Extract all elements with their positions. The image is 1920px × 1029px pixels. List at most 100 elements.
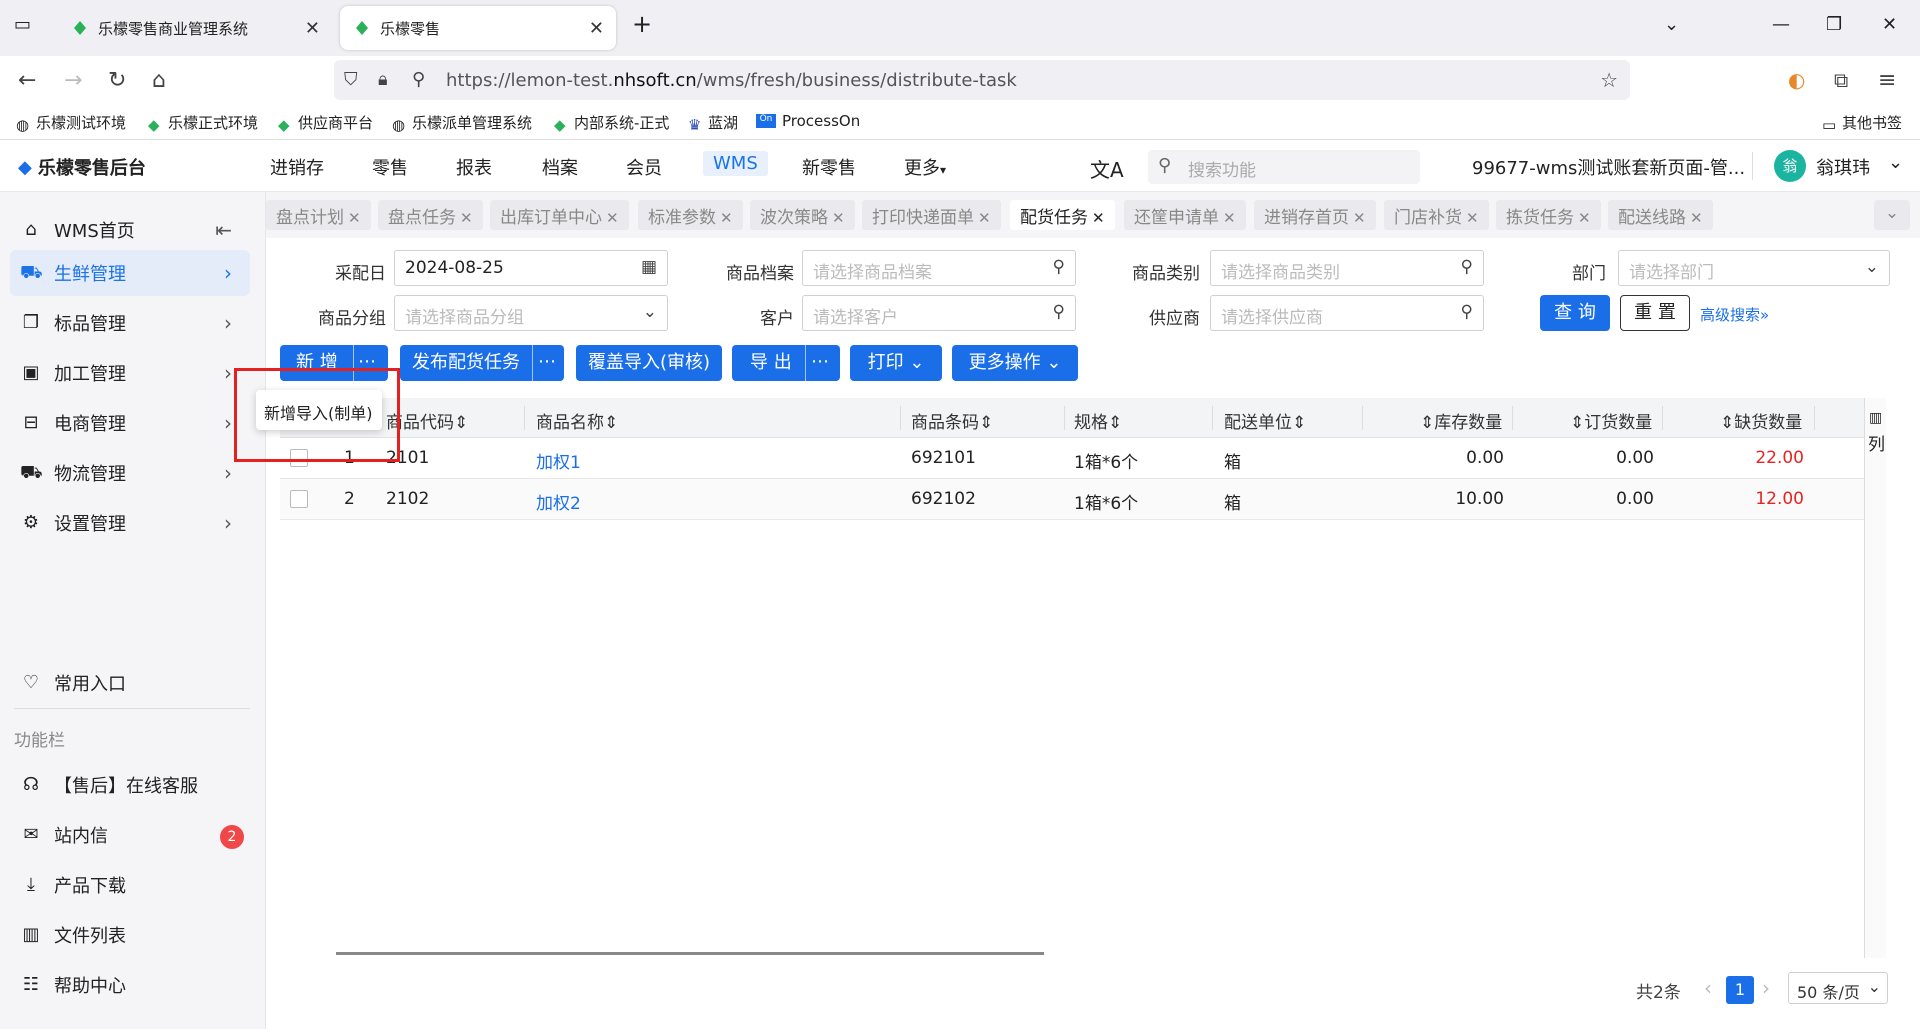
bookmark-item[interactable]: ◆ 供应商平台 xyxy=(278,112,373,134)
page-size-select[interactable]: 50 条/页 ⌄ xyxy=(1788,972,1888,1004)
sidebar-item-logistics[interactable]: ⛟ 物流管理 › xyxy=(10,450,250,496)
app-logo[interactable]: ◆ 乐檬零售后台 xyxy=(18,154,146,180)
page-tab[interactable]: 配送线路 ✕ xyxy=(1608,200,1713,230)
back-icon[interactable]: ← xyxy=(18,68,36,93)
page-tab[interactable]: 出库订单中心 ✕ xyxy=(490,200,629,230)
page-tab[interactable]: 标准参数 ✕ xyxy=(638,200,743,230)
avatar[interactable]: 翁 xyxy=(1774,150,1806,182)
close-icon[interactable]: ✕ xyxy=(1223,209,1236,227)
header-name[interactable]: 商品名称⇕ xyxy=(536,408,618,433)
top-menu-new-retail[interactable]: 新零售 xyxy=(802,154,856,180)
page-tab-active[interactable]: 配货任务 ✕ xyxy=(1010,200,1115,230)
export-more-icon[interactable]: ⋯ xyxy=(811,351,829,372)
close-icon[interactable]: ✕ xyxy=(1466,209,1479,227)
sidebar-item-help[interactable]: ☷ 帮助中心 xyxy=(10,962,250,1008)
query-button[interactable]: 查 询 xyxy=(1540,295,1610,331)
page-tab[interactable]: 打印快递面单 ✕ xyxy=(862,200,1001,230)
close-tab-icon[interactable]: ✕ xyxy=(305,18,320,39)
next-page-icon[interactable]: › xyxy=(1762,976,1770,1000)
minimize-icon[interactable]: — xyxy=(1772,14,1790,35)
category-input[interactable]: 请选择商品类别 ⚲ xyxy=(1210,250,1484,286)
close-icon[interactable]: ✕ xyxy=(978,209,991,227)
translate-icon[interactable]: 文A xyxy=(1090,154,1124,183)
browser-tab-2[interactable]: 乐檬零售 ✕ xyxy=(340,6,616,50)
permissions-icon[interactable]: ⚲ xyxy=(412,69,425,90)
close-icon[interactable]: ✕ xyxy=(1353,209,1366,227)
cell-name-link[interactable]: 加权1 xyxy=(536,448,581,473)
bookmark-item[interactable]: ◆ 内部系统-正式 xyxy=(554,112,669,134)
header-order[interactable]: ⇕订货数量 xyxy=(1570,408,1652,433)
bookmark-item[interactable]: ◍ 乐檬测试环境 xyxy=(16,112,126,134)
page-tab[interactable]: 波次策略 ✕ xyxy=(750,200,855,230)
bookmark-item[interactable]: On ProcessOn xyxy=(756,112,860,130)
table-row[interactable]: 1 2101 加权1 692101 1箱*6个 箱 0.00 0.00 22.0… xyxy=(280,438,1864,479)
page-tab[interactable]: 还筐申请单 ✕ xyxy=(1124,200,1246,230)
top-menu-report[interactable]: 报表 xyxy=(456,154,492,180)
close-icon[interactable]: ✕ xyxy=(720,209,733,227)
lock-icon[interactable]: 🔒︎ xyxy=(378,69,388,90)
close-tab-icon[interactable]: ✕ xyxy=(589,18,604,39)
browser-tab-1[interactable]: 乐檬零售商业管理系统 ✕ xyxy=(58,6,332,50)
page-tab[interactable]: 盘点任务 ✕ xyxy=(378,200,483,230)
account-sync-icon[interactable]: ◐ xyxy=(1788,68,1805,92)
shield-icon[interactable]: ⛉ xyxy=(344,69,358,90)
column-settings[interactable]: ▥ 列 xyxy=(1864,398,1886,958)
sidebar-item-download[interactable]: ⤓ 产品下载 xyxy=(10,862,250,908)
date-picker[interactable]: 2024-08-25 ▦ xyxy=(394,250,668,286)
chevron-down-icon[interactable]: ⌄ xyxy=(1888,152,1903,173)
page-tab[interactable]: 盘点计划 ✕ xyxy=(266,200,371,230)
customer-input[interactable]: 请选择客户 ⚲ xyxy=(802,295,1076,331)
group-select[interactable]: 请选择商品分组 ⌄ xyxy=(394,295,668,331)
sidebar-item-files[interactable]: ▥ 文件列表 xyxy=(10,912,250,958)
top-menu-more[interactable]: 更多▾ xyxy=(904,154,946,180)
account-name[interactable]: 99677-wms测试账套新页面-管... xyxy=(1472,154,1745,180)
extensions-icon[interactable]: ⧉ xyxy=(1834,68,1848,92)
table-row[interactable]: 2 2102 加权2 692102 1箱*6个 箱 10.00 0.00 12.… xyxy=(280,479,1864,520)
advanced-search-link[interactable]: 高级搜索» xyxy=(1700,304,1769,325)
top-menu-inventory[interactable]: 进销存 xyxy=(270,154,324,180)
new-tab-icon[interactable]: + xyxy=(632,10,652,38)
sidebar-item-messages[interactable]: ✉ 站内信 2 xyxy=(10,812,250,858)
home-browser-icon[interactable]: ⌂ xyxy=(152,68,166,93)
collapse-sidebar-icon[interactable]: ⇤ xyxy=(215,218,232,242)
sidebar-item-wms-home[interactable]: ⌂ WMS首页 ⇤ xyxy=(10,207,250,253)
close-icon[interactable]: ✕ xyxy=(348,209,361,227)
dept-select[interactable]: 请选择部门 ⌄ xyxy=(1618,250,1890,286)
search-function-input[interactable]: ⚲ 搜索功能 xyxy=(1148,150,1420,184)
sidebar-favorites[interactable]: ♡ 常用入口 xyxy=(10,660,250,706)
header-barcode[interactable]: 商品条码⇕ xyxy=(911,408,993,433)
other-bookmarks[interactable]: ▭ 其他书签 xyxy=(1822,112,1902,134)
url-text[interactable]: https://lemon-test.nhsoft.cn/wms/fresh/b… xyxy=(446,70,1017,91)
publish-more-icon[interactable]: ⋯ xyxy=(538,351,556,372)
tab-list-chevron-icon[interactable]: ⌄ xyxy=(1664,14,1679,35)
close-icon[interactable]: ✕ xyxy=(1092,209,1105,227)
page-tab[interactable]: 进销存首页 ✕ xyxy=(1254,200,1376,230)
bookmark-item[interactable]: ◆ 乐檬正式环境 xyxy=(148,112,258,134)
reset-button[interactable]: 重 置 xyxy=(1620,295,1690,331)
header-shortage[interactable]: ⇕缺货数量 xyxy=(1720,408,1802,433)
close-icon[interactable]: ✕ xyxy=(1690,209,1703,227)
username[interactable]: 翁琪玮 xyxy=(1816,154,1870,180)
tab-overview-icon[interactable]: ▭ xyxy=(14,14,31,35)
menu-icon[interactable]: ≡ xyxy=(1878,68,1896,93)
print-button[interactable]: 打印 ⌄ xyxy=(850,345,942,381)
prev-page-icon[interactable]: ‹ xyxy=(1704,976,1712,1000)
close-window-icon[interactable]: ✕ xyxy=(1882,14,1897,35)
page-tab[interactable]: 门店补货 ✕ xyxy=(1384,200,1489,230)
cell-name-link[interactable]: 加权2 xyxy=(536,489,581,514)
url-bar[interactable]: ⛉ 🔒︎ ⚲ https://lemon-test.nhsoft.cn/wms/… xyxy=(334,60,1630,100)
bookmark-star-icon[interactable]: ☆ xyxy=(1600,68,1618,92)
horizontal-scrollbar[interactable] xyxy=(336,952,1044,955)
top-menu-retail[interactable]: 零售 xyxy=(372,154,408,180)
sidebar-item-ecommerce[interactable]: ⊟ 电商管理 › xyxy=(10,400,250,446)
close-icon[interactable]: ✕ xyxy=(606,209,619,227)
supplier-input[interactable]: 请选择供应商 ⚲ xyxy=(1210,295,1484,331)
header-unit[interactable]: 配送单位⇕ xyxy=(1224,408,1306,433)
page-tab[interactable]: 拣货任务 ✕ xyxy=(1496,200,1601,230)
sidebar-item-process[interactable]: ▣ 加工管理 › xyxy=(10,350,250,396)
bookmark-item[interactable]: ♛ 蓝湖 xyxy=(688,112,738,134)
forward-icon[interactable]: → xyxy=(64,68,82,93)
tabs-dropdown[interactable]: ⌄ xyxy=(1874,200,1910,230)
more-operations-button[interactable]: 更多操作 ⌄ xyxy=(952,345,1078,381)
top-menu-member[interactable]: 会员 xyxy=(626,154,662,180)
